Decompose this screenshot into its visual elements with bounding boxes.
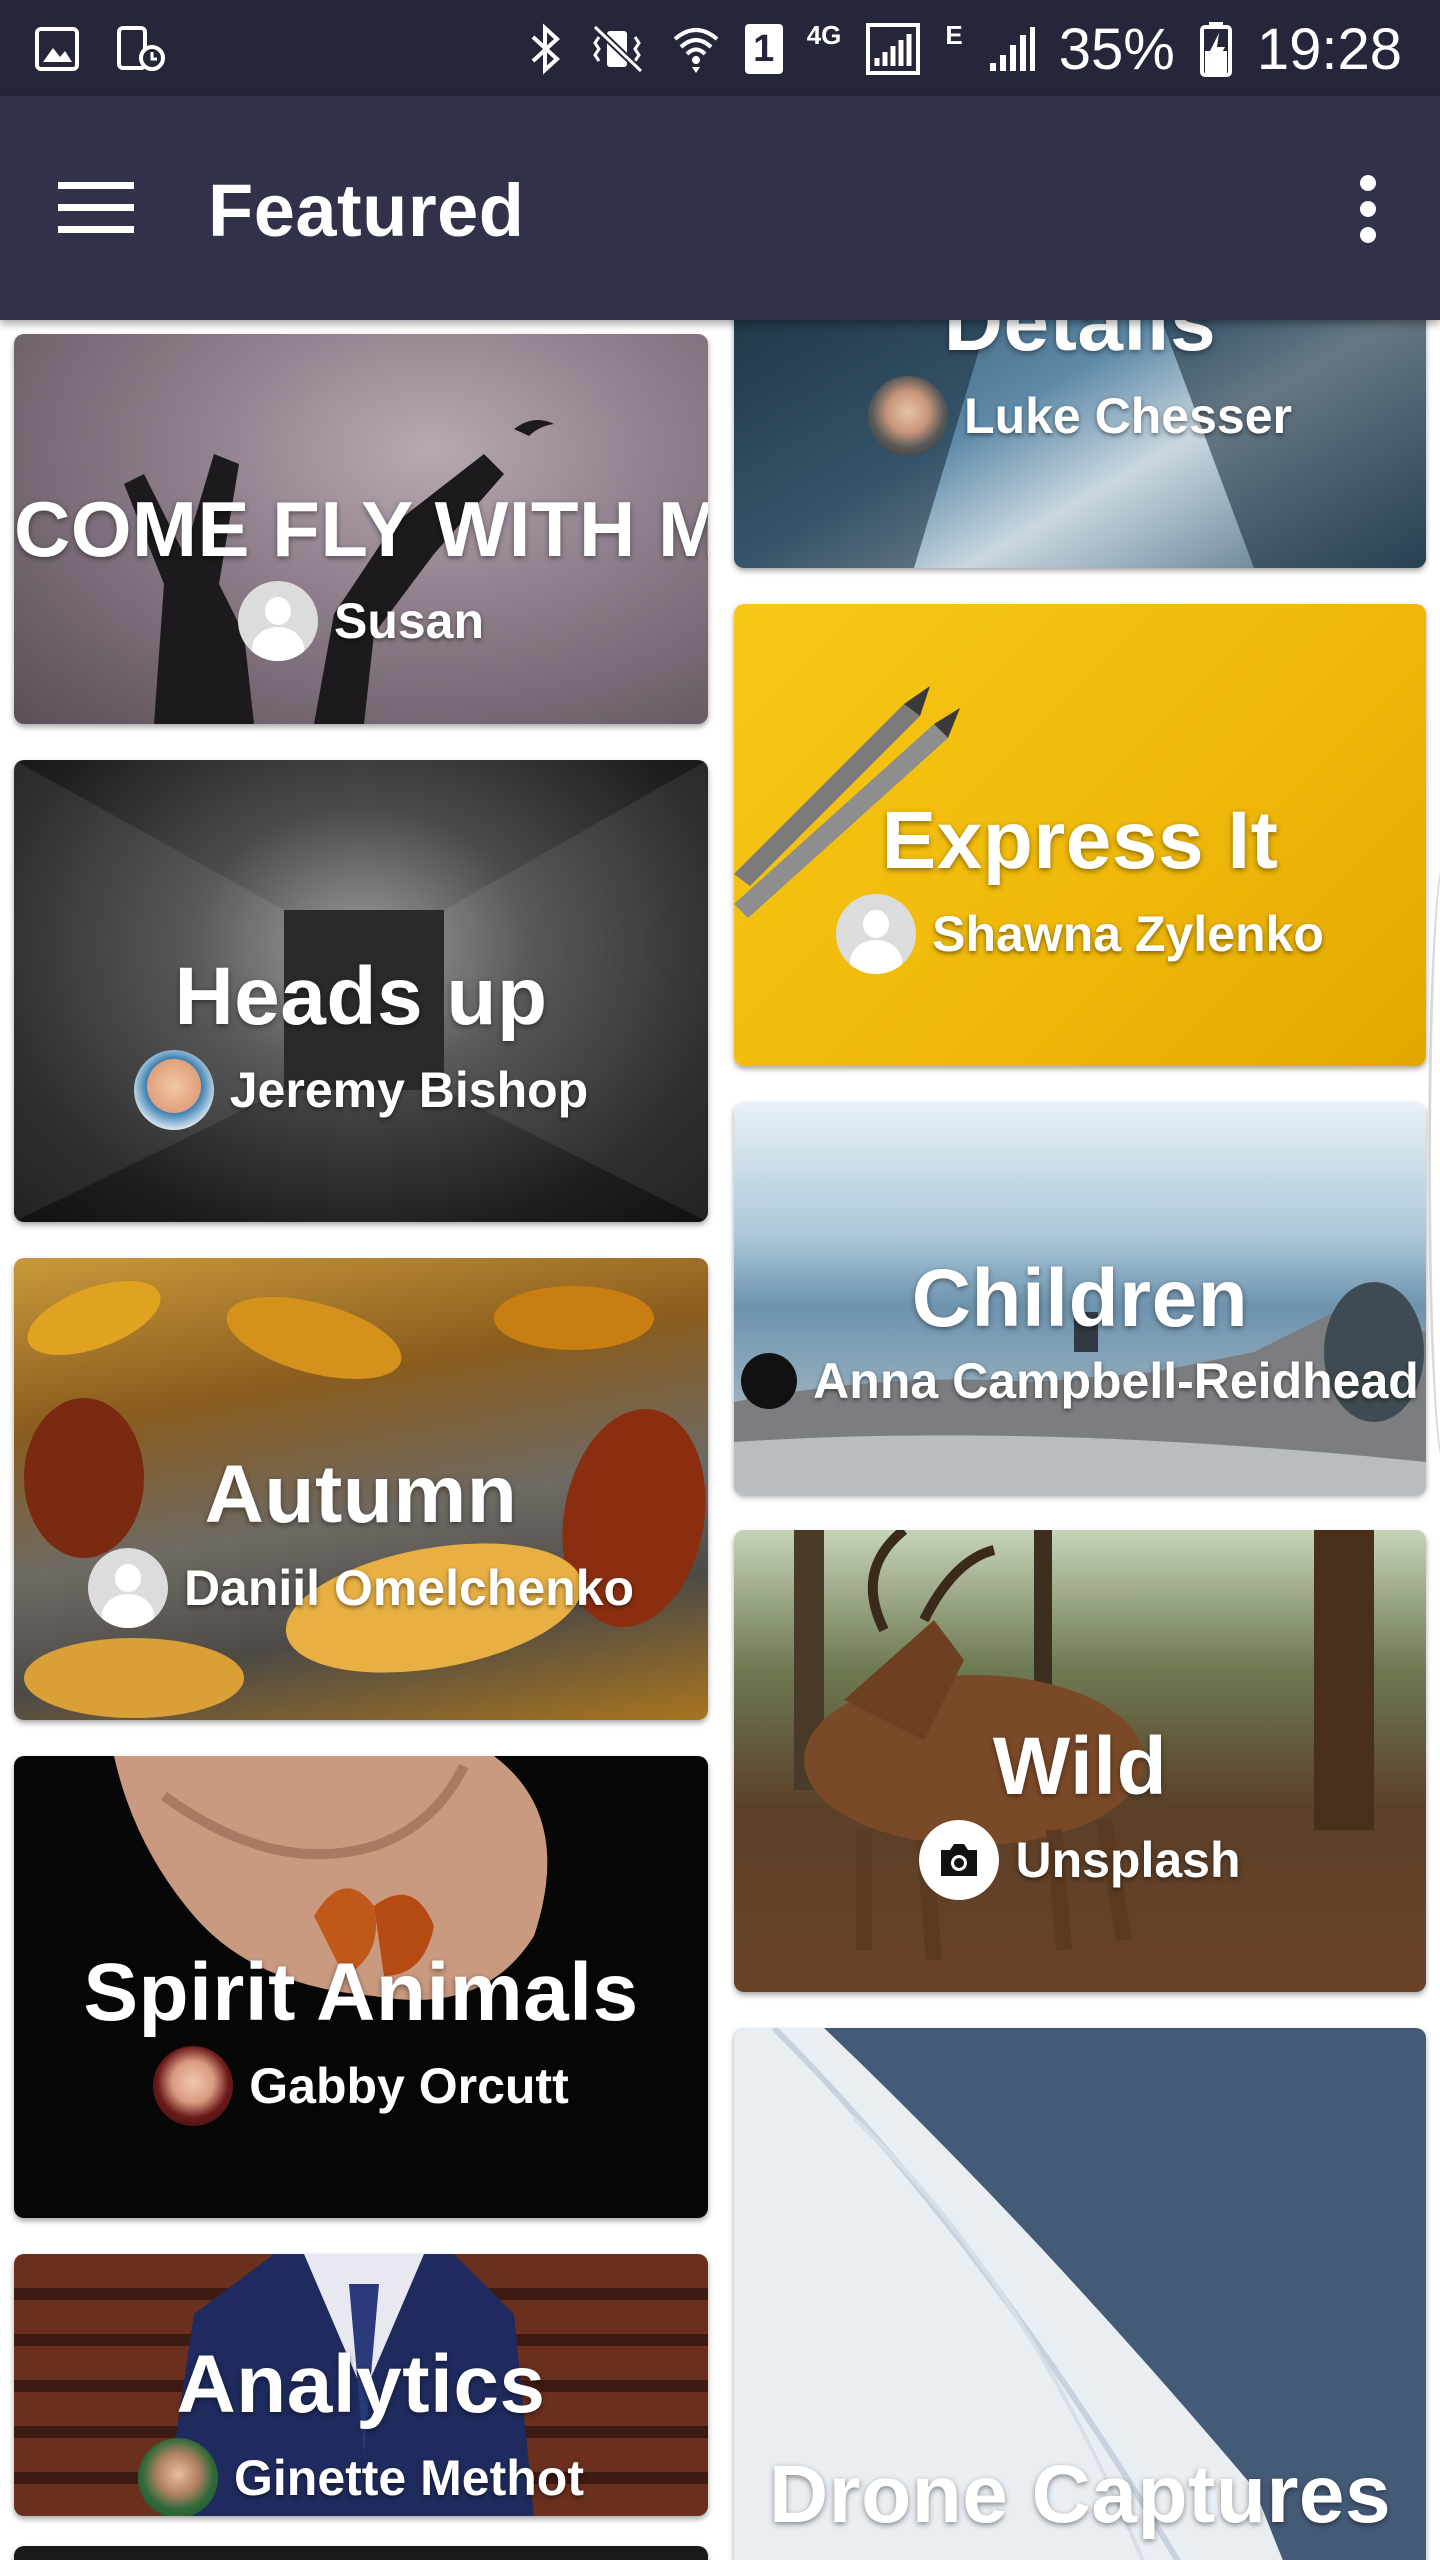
- author-name: Unsplash: [1015, 1832, 1241, 1888]
- status-bar: 1 4G E 35% 19:28: [0, 0, 1440, 96]
- author-avatar: [868, 376, 949, 456]
- overflow-menu-button[interactable]: [1338, 164, 1398, 254]
- app-toolbar: Featured: [0, 96, 1440, 320]
- card-title: Drone Captures: [768, 2449, 1392, 2540]
- battery-charging-icon: [1199, 21, 1233, 77]
- card-title: Heads up: [174, 951, 548, 1042]
- author-avatar: [138, 2438, 218, 2516]
- network-type-e: E: [945, 20, 963, 50]
- card-author: Luke Chesser: [734, 376, 1426, 456]
- card-next-partial[interactable]: [14, 2546, 708, 2560]
- featured-grid: COME FLY WITH ME Susan Heads up Jeremy B…: [0, 320, 1440, 2560]
- author-avatar: [741, 1353, 798, 1409]
- card-come-fly-with-me[interactable]: COME FLY WITH ME Susan: [14, 334, 708, 724]
- sim-slot-icon: 1: [744, 24, 783, 74]
- author-name: Shawna Zylenko: [932, 906, 1324, 962]
- card-author: Ginette Methot: [14, 2438, 708, 2516]
- card-info: Spirit Animals Gabby Orcutt: [14, 1946, 708, 2126]
- card-title: Express It: [881, 795, 1279, 886]
- screen-timer-icon: [116, 25, 168, 73]
- bluetooth-icon: [529, 23, 563, 75]
- card-info: Heads up Jeremy Bishop: [14, 950, 708, 1130]
- card-spirit-animals[interactable]: Spirit Animals Gabby Orcutt: [14, 1756, 708, 2218]
- card-autumn[interactable]: Autumn Daniil Omelchenko: [14, 1258, 708, 1720]
- network-type-4g: 4G: [806, 20, 842, 50]
- signal-strength-icon: [987, 23, 1035, 75]
- card-info: Children Anna Campbell-Reidhead: [734, 1252, 1426, 1410]
- card-drone-captures[interactable]: Drone Captures: [734, 2028, 1426, 2560]
- default-avatar-icon: [87, 1548, 168, 1628]
- author-name: Gabby Orcutt: [249, 2058, 569, 2114]
- card-author: Daniil Omelchenko: [14, 1548, 708, 1628]
- card-children[interactable]: Children Anna Campbell-Reidhead: [734, 1102, 1426, 1494]
- card-author: Gabby Orcutt: [14, 2046, 708, 2126]
- author-name: Anna Campbell-Reidhead: [813, 1353, 1419, 1409]
- vibrate-mute-icon: [587, 23, 647, 75]
- camera-icon: [919, 1820, 1000, 1900]
- image-notification-icon: [34, 26, 80, 72]
- card-info: Drone Captures: [734, 2448, 1426, 2542]
- card-title: Analytics: [176, 2339, 546, 2430]
- card-heads-up[interactable]: Heads up Jeremy Bishop: [14, 760, 708, 1222]
- hamburger-menu-icon: [58, 182, 134, 233]
- overscroll-edge: [1428, 860, 1440, 1466]
- card-wild[interactable]: Wild Unsplash: [734, 1530, 1426, 1992]
- more-vert-icon: [1360, 175, 1376, 243]
- card-title: Wild: [992, 1721, 1168, 1812]
- card-title: Spirit Animals: [83, 1947, 639, 2038]
- author-name: Daniil Omelchenko: [183, 1560, 635, 1616]
- clock: 19:28: [1256, 16, 1402, 82]
- author-avatar: [153, 2046, 234, 2126]
- card-author: Unsplash: [734, 1820, 1426, 1900]
- signal-box-icon: [865, 22, 921, 76]
- author-name: Jeremy Bishop: [229, 1062, 589, 1118]
- notification-icons: [34, 22, 168, 76]
- sim-slot-number: 1: [753, 27, 775, 70]
- card-author: Susan: [14, 581, 708, 661]
- author-name: Luke Chesser: [964, 388, 1292, 444]
- card-info: Wild Unsplash: [734, 1720, 1426, 1900]
- card-title: Details: [943, 320, 1217, 368]
- author-name: Ginette Methot: [234, 2450, 584, 2506]
- default-avatar-icon: [237, 581, 318, 661]
- card-analytics[interactable]: Analytics Ginette Methot: [14, 2254, 708, 2516]
- card-info: Details Luke Chesser: [734, 320, 1426, 456]
- card-title: Autumn: [204, 1449, 518, 1540]
- system-status-icons: 1 4G E 35% 19:28: [529, 14, 1402, 84]
- card-info: Analytics Ginette Methot: [14, 2338, 708, 2516]
- card-details[interactable]: Details Luke Chesser: [734, 320, 1426, 568]
- page-title: Featured: [208, 169, 525, 252]
- author-name: Susan: [333, 593, 485, 649]
- wifi-icon: [671, 23, 721, 75]
- menu-button[interactable]: [46, 170, 146, 246]
- card-author: Shawna Zylenko: [734, 894, 1426, 974]
- card-info: Autumn Daniil Omelchenko: [14, 1448, 708, 1628]
- card-author: Jeremy Bishop: [14, 1050, 708, 1130]
- card-info: Express It Shawna Zylenko: [734, 794, 1426, 974]
- battery-percentage: 35%: [1058, 16, 1175, 82]
- default-avatar-icon: [836, 894, 917, 974]
- card-title: Children: [911, 1253, 1249, 1344]
- card-info: COME FLY WITH ME Susan: [14, 484, 708, 661]
- author-avatar: [133, 1050, 214, 1130]
- card-title: COME FLY WITH ME: [14, 485, 708, 573]
- card-author: Anna Campbell-Reidhead: [734, 1352, 1426, 1410]
- card-express-it[interactable]: Express It Shawna Zylenko: [734, 604, 1426, 1066]
